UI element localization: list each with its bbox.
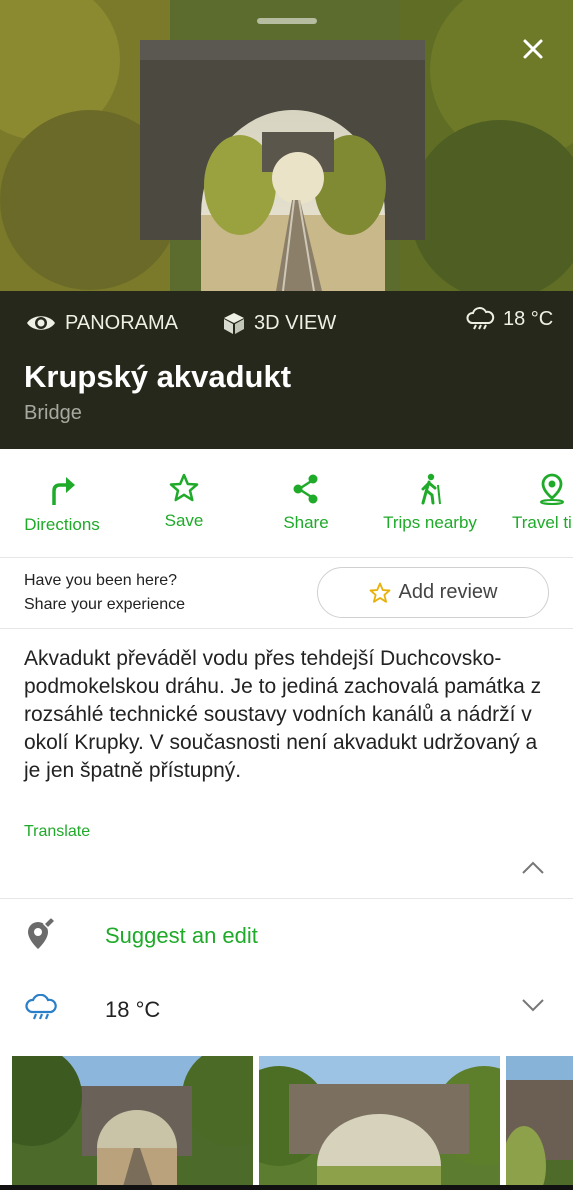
review-prompt: Have you been here? Share your experienc… (0, 558, 573, 629)
panorama-button[interactable]: PANORAMA (25, 309, 178, 337)
eye-icon (27, 316, 55, 330)
place-description: Akvadukt převáděl vodu přes tehdejší Duc… (24, 647, 542, 782)
drag-handle[interactable] (257, 18, 317, 24)
star-outline-icon (369, 582, 390, 603)
weather-temp: 18 °C (503, 308, 554, 330)
rain-cloud-icon (25, 993, 57, 1020)
directions-icon (52, 477, 75, 505)
place-category: Bridge (24, 402, 82, 424)
add-review-label: Add review (398, 581, 498, 603)
chevron-up-icon (522, 861, 544, 874)
review-subtext: Share your experience (24, 596, 185, 613)
translate-link[interactable]: Translate (24, 823, 90, 841)
hero-photo[interactable] (0, 0, 573, 291)
chevron-down-icon (522, 999, 544, 1012)
save-button[interactable]: Save (158, 473, 210, 531)
view-bar: PANORAMA 3D VIEW 18 °C (0, 291, 573, 355)
rain-cloud-icon (466, 307, 495, 330)
trips-nearby-button[interactable]: Trips nearby (380, 473, 480, 533)
suggest-edit-row[interactable] (24, 915, 57, 957)
travel-tips-button[interactable]: Travel ti (512, 473, 573, 533)
divider (0, 898, 573, 899)
panorama-label: PANORAMA (65, 312, 178, 334)
bridge-photo (12, 1056, 253, 1190)
photo-gallery (0, 1056, 573, 1190)
travel-tips-label: Travel ti (512, 513, 572, 532)
suggest-edit-link[interactable]: Suggest an edit (105, 923, 258, 949)
weather-temp-row[interactable]: 18 °C (105, 997, 160, 1023)
trips-nearby-label: Trips nearby (383, 513, 477, 532)
place-title: Krupský akvadukt (24, 359, 292, 394)
directions-label: Directions (24, 515, 100, 534)
save-label: Save (164, 511, 204, 530)
star-icon (169, 473, 199, 502)
hero-photo-image (0, 0, 573, 291)
collapse-button[interactable] (520, 858, 546, 881)
weather-badge[interactable]: 18 °C (465, 305, 553, 333)
weather-row-icon-wrap (24, 993, 58, 1027)
3d-view-label: 3D VIEW (254, 312, 337, 334)
edit-location-icon (28, 915, 57, 949)
share-label: Share (283, 513, 329, 532)
share-button[interactable]: Share (280, 473, 332, 533)
system-nav-bar (0, 1185, 573, 1190)
3d-view-button[interactable]: 3D VIEW (222, 309, 336, 337)
action-bar: Directions Save Share Trips nearby Trave… (0, 449, 573, 558)
share-icon (293, 474, 318, 504)
bridge-photo (506, 1056, 573, 1190)
add-review-button[interactable]: Add review (317, 567, 549, 618)
close-icon (523, 39, 543, 59)
gallery-photo[interactable] (506, 1056, 573, 1190)
place-header: PANORAMA 3D VIEW 18 °C Krupský akvadukt … (0, 291, 573, 449)
expand-weather-button[interactable] (520, 996, 546, 1019)
gallery-photo[interactable] (259, 1056, 500, 1190)
directions-button[interactable]: Directions (22, 473, 102, 535)
gallery-photo[interactable] (12, 1056, 253, 1190)
cube-icon (224, 313, 244, 334)
hiker-icon (421, 473, 441, 505)
bridge-photo (259, 1056, 500, 1190)
close-button[interactable] (516, 32, 550, 66)
location-pin-icon (540, 473, 564, 505)
review-question: Have you been here? (24, 572, 177, 589)
